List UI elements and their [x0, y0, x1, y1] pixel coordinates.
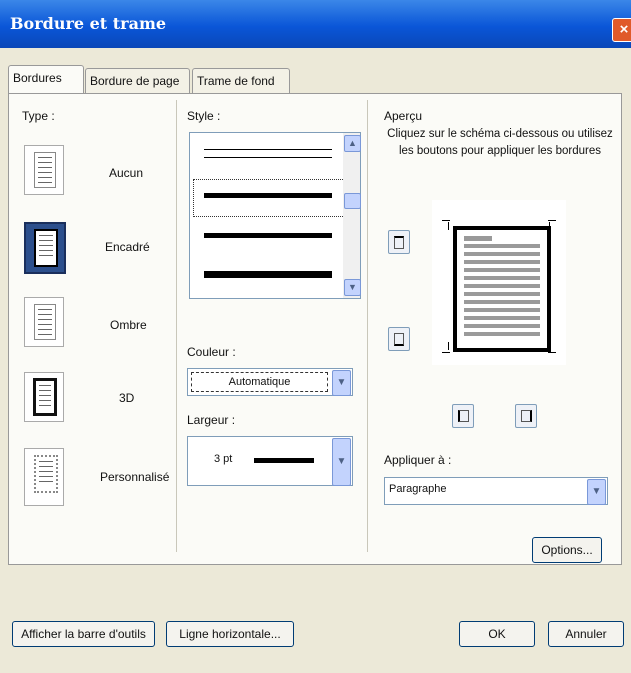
style-option-thicker[interactable]: [204, 271, 332, 278]
style-scrollbar[interactable]: ▲ ▼: [343, 133, 361, 298]
border-preview[interactable]: [432, 200, 566, 365]
style-option-thick[interactable]: [204, 193, 332, 198]
border-3d-icon: [33, 378, 57, 416]
border-shadow-icon: [34, 304, 56, 340]
width-sample-line: [254, 458, 314, 463]
options-button[interactable]: Options...: [532, 537, 602, 563]
title-bar: Bordure et trame ×: [0, 0, 631, 48]
left-border-button[interactable]: [452, 404, 474, 428]
divider-left: [176, 100, 177, 552]
type-option-none[interactable]: [24, 145, 64, 195]
border-box-icon: [34, 229, 58, 267]
color-value: Automatique: [191, 372, 328, 392]
chevron-down-icon[interactable]: ▼: [332, 370, 351, 396]
type-label: Type :: [22, 109, 55, 123]
bottom-border-button[interactable]: [388, 327, 410, 351]
preview-paragraph-box[interactable]: [453, 226, 551, 352]
style-listbox[interactable]: ▲ ▼: [189, 132, 361, 299]
style-option-thin-double[interactable]: [204, 149, 332, 150]
type-option-box[interactable]: [24, 222, 66, 274]
chevron-down-icon[interactable]: ▼: [332, 438, 351, 486]
apply-to-label: Appliquer à :: [384, 453, 452, 467]
scroll-up-icon[interactable]: ▲: [344, 135, 361, 152]
cancel-button[interactable]: Annuler: [548, 621, 624, 647]
border-none-icon: [34, 152, 56, 188]
border-custom-icon: [34, 455, 58, 493]
tab-bordures[interactable]: Bordures: [8, 65, 84, 93]
border-left-icon: [458, 410, 469, 422]
tab-bordure-de-page[interactable]: Bordure de page: [85, 68, 190, 93]
style-option-selected-frame[interactable]: [193, 179, 345, 217]
border-right-icon: [521, 410, 532, 422]
type-option-shadow-label[interactable]: Ombre: [110, 318, 147, 332]
type-option-box-label[interactable]: Encadré: [105, 240, 150, 254]
scroll-thumb[interactable]: [344, 193, 361, 209]
style-label: Style :: [187, 109, 221, 123]
apply-to-value: Paragraphe: [389, 483, 447, 495]
chevron-down-icon[interactable]: ▼: [587, 479, 606, 505]
dialog-window: Bordure et trame × Bordures Bordure de p…: [0, 0, 631, 673]
type-option-custom-label[interactable]: Personnalisé: [100, 470, 169, 484]
show-toolbar-button[interactable]: Afficher la barre d'outils: [12, 621, 155, 647]
divider-right: [367, 100, 368, 552]
tab-trame-de-fond[interactable]: Trame de fond: [192, 68, 290, 93]
border-top-icon: [394, 236, 404, 249]
type-option-none-label[interactable]: Aucun: [109, 166, 143, 180]
dialog-title: Bordure et trame: [10, 14, 167, 33]
color-combobox[interactable]: Automatique ▼: [187, 368, 353, 396]
style-option-thin-double-2[interactable]: [204, 157, 332, 158]
type-option-3d[interactable]: [24, 372, 64, 422]
type-option-3d-label[interactable]: 3D: [119, 391, 134, 405]
type-option-shadow[interactable]: [24, 297, 64, 347]
width-value: 3 pt: [214, 453, 233, 465]
preview-label: Aperçu: [384, 109, 423, 123]
width-label: Largeur :: [187, 413, 236, 427]
close-button[interactable]: ×: [612, 18, 631, 42]
type-option-custom[interactable]: [24, 448, 64, 506]
top-border-button[interactable]: [388, 230, 410, 254]
apply-to-combobox[interactable]: Paragraphe ▼: [384, 477, 608, 505]
width-combobox[interactable]: 3 pt ▼: [187, 436, 353, 486]
style-option-thick-2[interactable]: [204, 233, 332, 238]
color-label: Couleur :: [187, 345, 236, 359]
preview-instructions: Cliquez sur le schéma ci-dessous ou util…: [387, 128, 613, 157]
ok-button[interactable]: OK: [459, 621, 535, 647]
scroll-down-icon[interactable]: ▼: [344, 279, 361, 296]
border-bottom-icon: [394, 333, 404, 346]
right-border-button[interactable]: [515, 404, 537, 428]
horizontal-line-button[interactable]: Ligne horizontale...: [166, 621, 294, 647]
